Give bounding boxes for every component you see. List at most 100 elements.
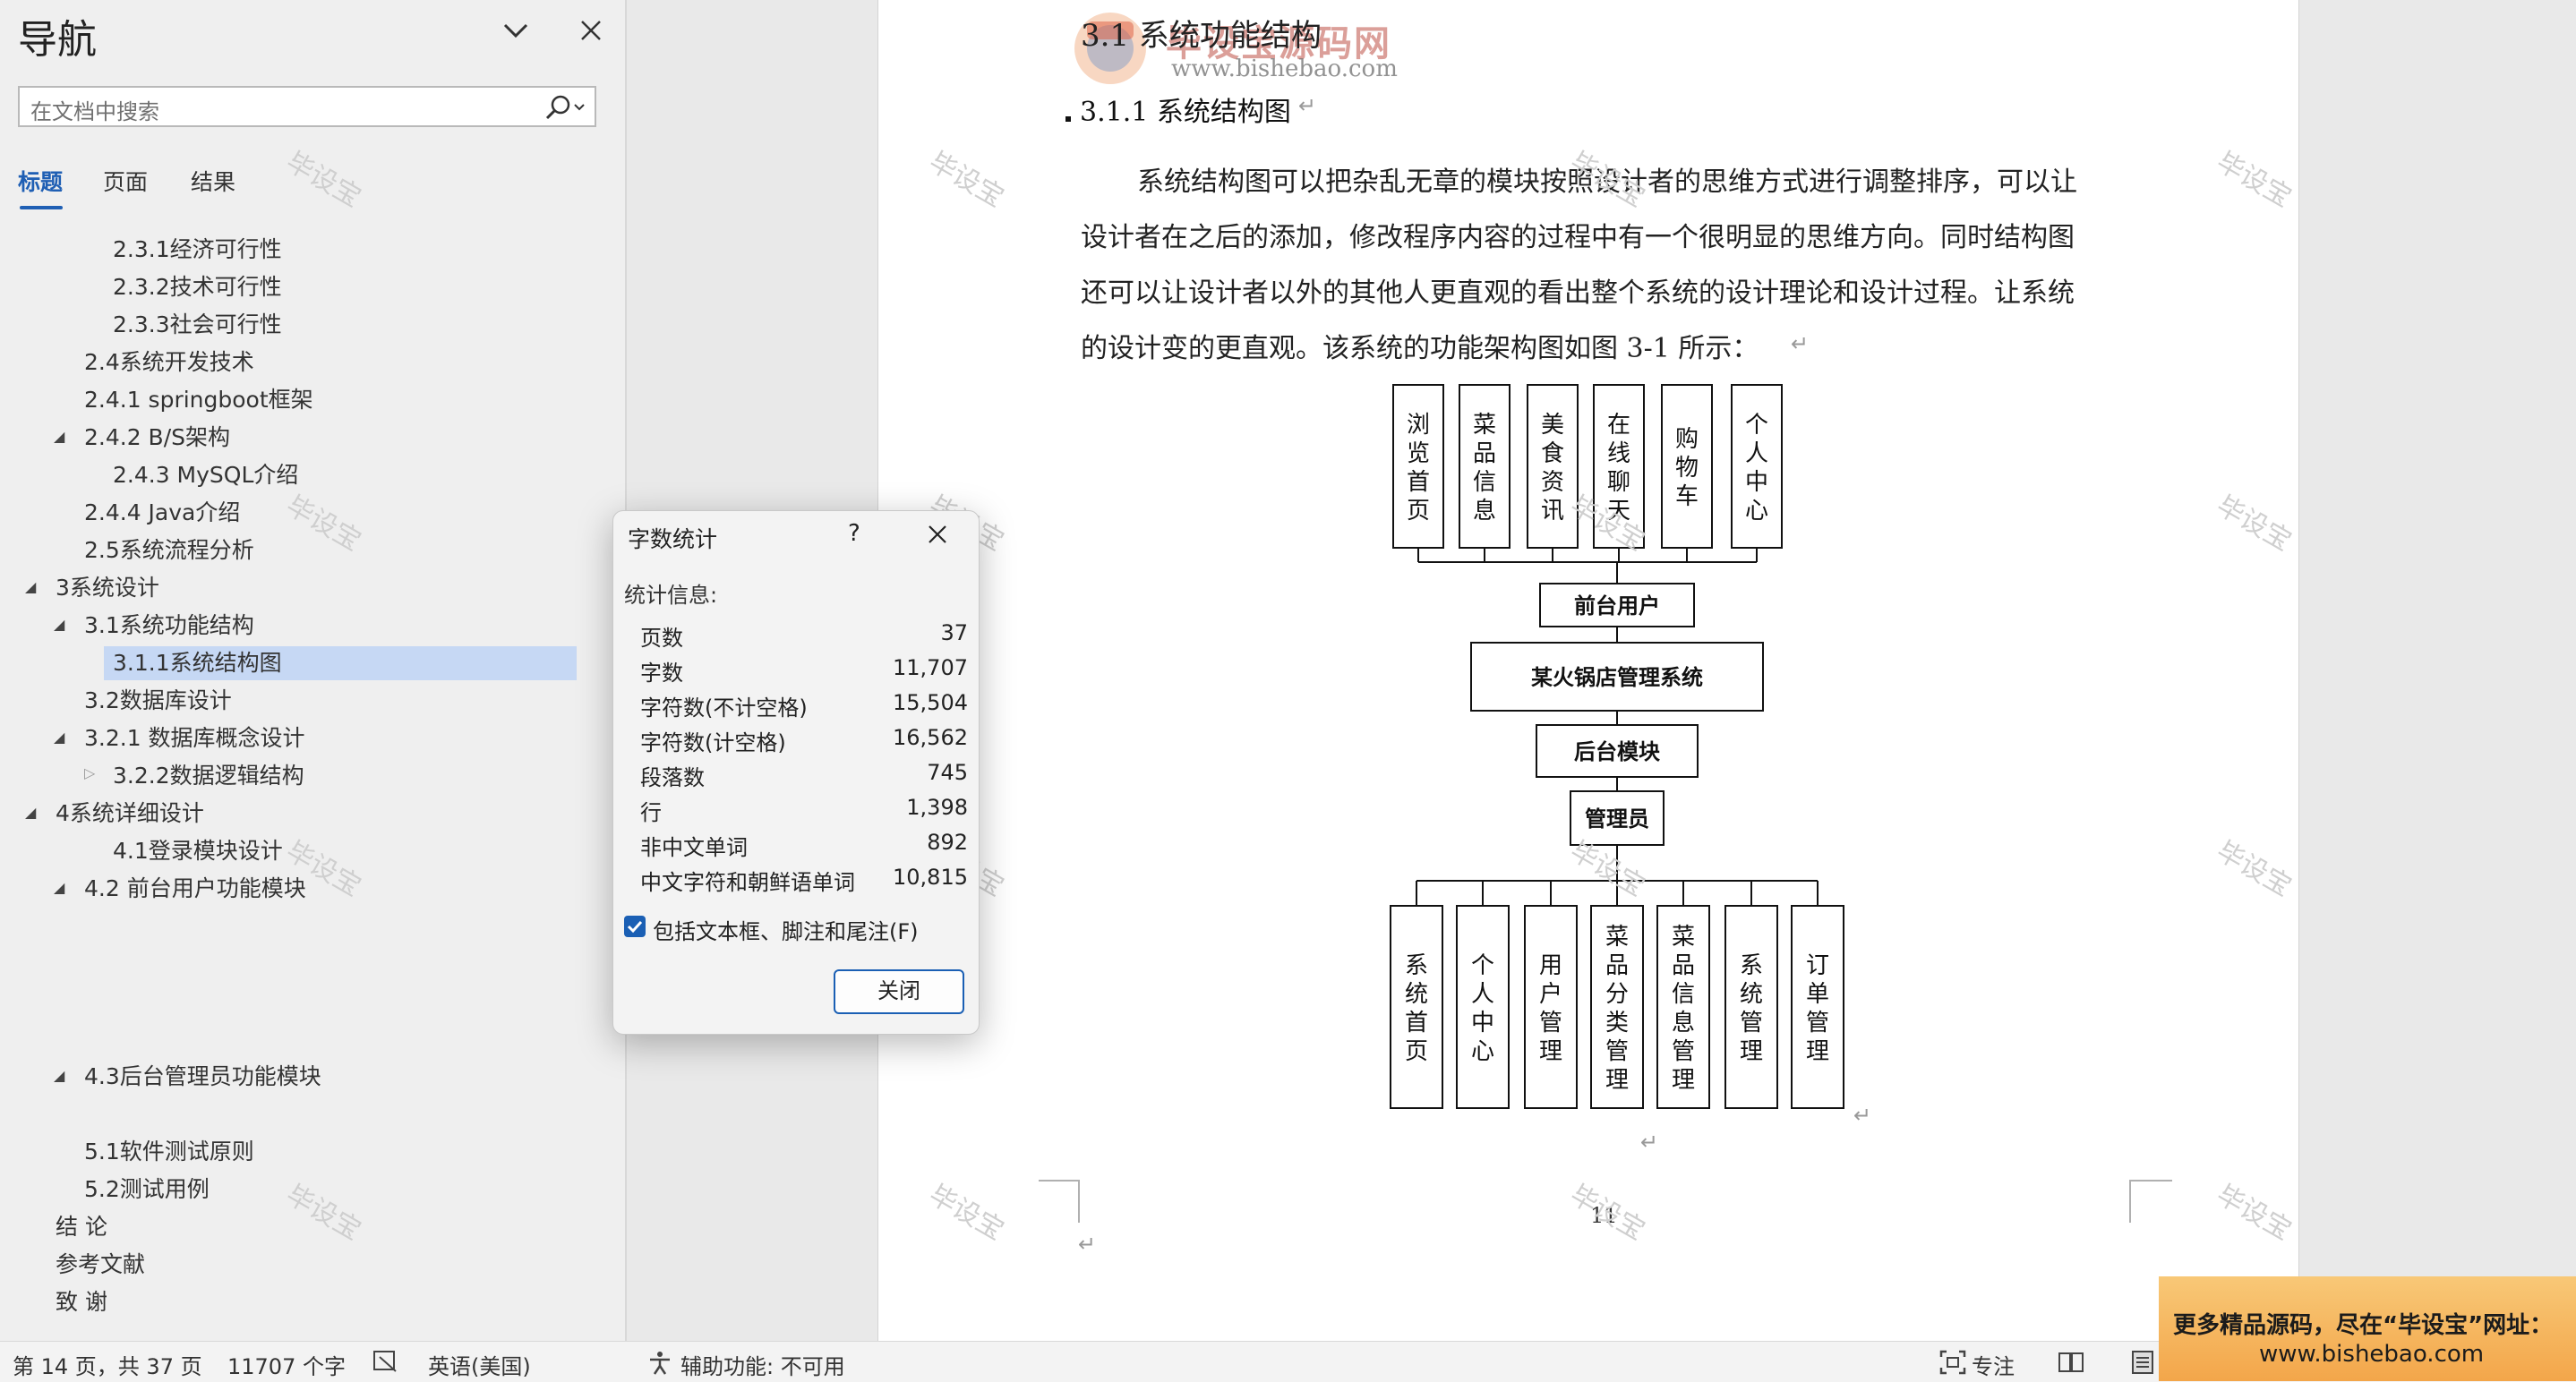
front-module: 浏览首页 <box>1392 384 1444 549</box>
read-mode-icon[interactable] <box>2058 1350 2084 1375</box>
page-corner-mark <box>2129 1180 2172 1223</box>
admin-module: 个人中心 <box>1456 905 1510 1109</box>
print-layout-icon[interactable] <box>2129 1350 2156 1375</box>
page-info[interactable]: 第 14 页，共 37 页 <box>13 1349 202 1380</box>
nav-heading-item[interactable]: 2.3.2技术可行性 <box>113 270 282 304</box>
front-module-char: 息 <box>1473 498 1496 525</box>
admin-module-char: 人 <box>1471 981 1494 1008</box>
front-module-char: 心 <box>1745 498 1768 525</box>
front-module: 购物车 <box>1661 384 1713 549</box>
admin-module-char: 用 <box>1539 952 1562 979</box>
focus-mode[interactable]: 专注 <box>1972 1349 2015 1380</box>
promo-url[interactable]: www.bishebao.com <box>2259 1341 2484 1368</box>
admin-module-char: 单 <box>1806 981 1829 1008</box>
heading-marker <box>1065 116 1071 122</box>
admin-module-char: 品 <box>1672 952 1695 979</box>
nav-heading-item[interactable]: 5.2测试用例 <box>84 1173 210 1207</box>
paragraph-mark-icon: ↵ <box>1640 1130 1659 1155</box>
admin-module: 菜品分类管理 <box>1590 905 1644 1109</box>
admin-module: 用户管理 <box>1524 905 1578 1109</box>
nav-heading-item[interactable]: 2.4.3 MySQL介绍 <box>113 458 298 492</box>
nav-heading-item[interactable]: 2.4.4 Java介绍 <box>84 496 240 530</box>
collapse-triangle-icon[interactable]: ◢ <box>54 428 64 445</box>
accessibility-icon[interactable] <box>646 1350 673 1375</box>
nav-heading-item[interactable]: 2.5系统流程分析 <box>84 533 254 567</box>
front-module: 美食资讯 <box>1527 384 1579 549</box>
nav-heading-item[interactable]: 3.1系统功能结构 <box>84 609 254 643</box>
accessibility-status[interactable]: 辅助功能: 不可用 <box>680 1349 845 1380</box>
nav-heading-item[interactable]: 4.1登录模块设计 <box>113 834 283 868</box>
stat-value: 892 <box>927 830 968 855</box>
front-module-char: 线 <box>1607 440 1630 467</box>
close-icon[interactable] <box>573 13 609 48</box>
front-module-char: 首 <box>1407 469 1430 496</box>
proofing-icon[interactable] <box>372 1350 399 1373</box>
nav-heading-item-selected[interactable]: 3.1.1系统结构图 <box>104 646 577 680</box>
promo-text: 更多精品源码，尽在“毕设宝”网址： <box>2173 1312 2554 1339</box>
nav-heading-item[interactable]: 3.2数据库设计 <box>84 684 232 718</box>
nav-heading-item[interactable]: 2.3.3社会可行性 <box>113 308 282 342</box>
admin-module-char: 理 <box>1672 1067 1695 1094</box>
front-module-char: 信 <box>1473 469 1496 496</box>
search-icon[interactable] <box>543 93 587 122</box>
help-icon[interactable]: ? <box>848 520 860 547</box>
nav-heading-item[interactable]: 参考文献 <box>56 1248 145 1282</box>
expand-triangle-icon[interactable]: ▷ <box>84 764 95 781</box>
close-button[interactable]: 关闭 <box>834 969 964 1014</box>
nav-heading-item[interactable]: 结 论 <box>56 1210 107 1244</box>
front-module-char: 聊 <box>1607 469 1630 496</box>
tab-results[interactable]: 结果 <box>191 165 235 197</box>
collapse-triangle-icon[interactable]: ◢ <box>25 804 36 821</box>
collapse-triangle-icon[interactable]: ◢ <box>54 616 64 633</box>
stat-label: 段落数 <box>640 765 705 790</box>
nav-heading-item[interactable]: 3.2.1 数据库概念设计 <box>84 721 305 755</box>
nav-heading-item[interactable]: 2.4.2 B/S架构 <box>84 421 230 455</box>
collapse-triangle-icon[interactable]: ◢ <box>25 578 36 595</box>
promo-banner[interactable]: 更多精品源码，尽在“毕设宝”网址： www.bishebao.com <box>2159 1276 2576 1381</box>
stat-label: 非中文单词 <box>640 835 748 860</box>
nav-heading-item[interactable]: 4系统详细设计 <box>56 797 204 831</box>
logo-url: www.bishebao.com <box>1171 55 1398 82</box>
stat-label: 中文字符和朝鲜语单词 <box>640 870 855 895</box>
page-corner-mark <box>1039 1180 1080 1223</box>
nav-heading-item[interactable]: 3.2.2数据逻辑结构 <box>113 759 304 793</box>
section-heading: 3.1 系统功能结构 <box>1081 18 1322 54</box>
nav-heading-item[interactable]: 5.1软件测试原则 <box>84 1135 254 1169</box>
nav-heading-item[interactable]: 致 谢 <box>56 1285 107 1319</box>
close-icon[interactable] <box>925 522 950 547</box>
admin-module-char: 系 <box>1405 952 1428 979</box>
nav-heading-item[interactable]: 4.2 前台用户功能模块 <box>84 872 306 906</box>
nav-heading-item[interactable]: 2.4系统开发技术 <box>84 346 254 380</box>
tab-pages[interactable]: 页面 <box>103 165 148 197</box>
front-user-node-label: 前台用户 <box>1574 593 1660 618</box>
word-count-dialog[interactable]: 字数统计 ? 统计信息: 页数 37 字数 11,707 字符数(不计空格) 1… <box>612 510 980 1035</box>
stat-value: 1,398 <box>906 795 968 820</box>
nav-heading-item[interactable]: 4.3后台管理员功能模块 <box>84 1060 321 1094</box>
nav-heading-item[interactable]: 2.3.1经济可行性 <box>113 233 282 267</box>
admin-module-char: 统 <box>1405 981 1428 1008</box>
admin-module: 系统管理 <box>1724 905 1778 1109</box>
checkbox-label[interactable]: 包括文本框、脚注和尾注(F) <box>653 914 919 945</box>
focus-icon[interactable] <box>1939 1350 1966 1375</box>
nav-heading-item[interactable]: 2.4.1 springboot框架 <box>84 383 313 417</box>
admin-module: 系统首页 <box>1390 905 1443 1109</box>
nav-heading-item[interactable]: 3系统设计 <box>56 571 159 605</box>
word-count[interactable]: 11707 个字 <box>227 1349 346 1380</box>
collapse-triangle-icon[interactable]: ◢ <box>54 729 64 746</box>
front-module-char: 物 <box>1675 455 1699 482</box>
admin-module-char: 心 <box>1471 1038 1494 1065</box>
language[interactable]: 英语(美国) <box>428 1349 531 1380</box>
chevron-down-icon[interactable] <box>498 13 534 48</box>
collapse-triangle-icon[interactable]: ◢ <box>54 879 64 896</box>
collapse-triangle-icon[interactable]: ◢ <box>54 1067 64 1084</box>
stat-label: 行 <box>640 800 662 825</box>
include-footnotes-checkbox[interactable] <box>624 916 646 937</box>
stats-label: 统计信息: <box>624 583 718 608</box>
tab-headings[interactable]: 标题 <box>18 165 63 197</box>
stat-value: 10,815 <box>893 865 968 890</box>
subsection-heading: 3.1.1 系统结构图 <box>1080 97 1291 128</box>
front-module-char: 在 <box>1607 412 1630 439</box>
front-module-char: 个 <box>1745 412 1768 439</box>
search-input[interactable]: 在文档中搜索 <box>18 86 596 127</box>
stat-label: 字符数(不计空格) <box>640 695 808 721</box>
